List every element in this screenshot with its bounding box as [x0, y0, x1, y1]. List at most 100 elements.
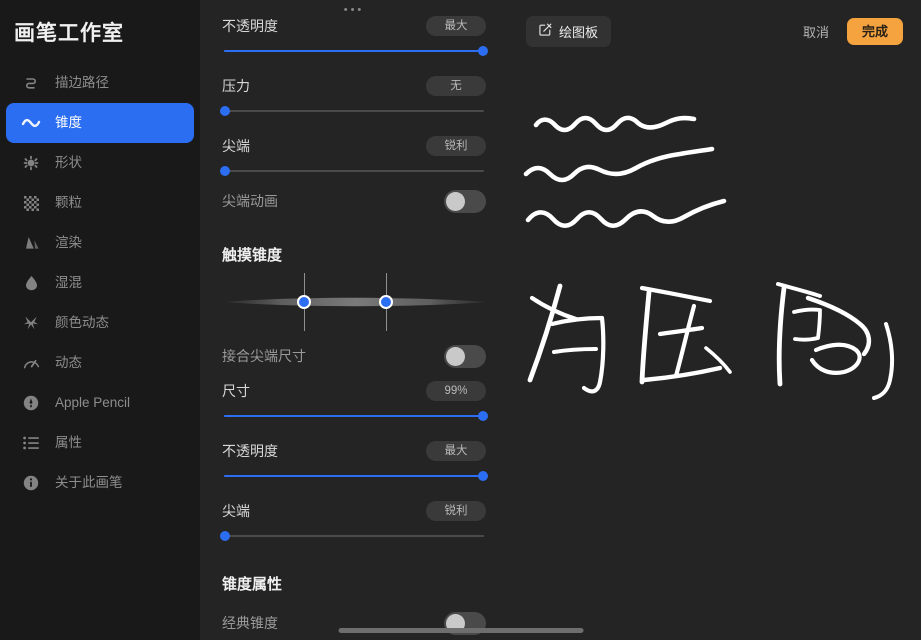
preview-panel: 绘图板 取消 完成	[508, 0, 921, 640]
sidebar: 画笔工作室 描边路径 锥度 形状 颗粒 渲染 湿混 颜色动态 动态 Apple …	[0, 0, 200, 640]
setting-label: 经典锥度	[222, 615, 278, 631]
setting-label: 尖端动画	[222, 193, 278, 209]
setting-label: 尖端	[222, 503, 250, 519]
taper-wave-icon	[20, 114, 42, 132]
preview-toolbar: 绘图板 取消 完成	[508, 0, 921, 62]
wet-mix-droplet-icon	[20, 274, 42, 292]
drawing-board-label: 绘图板	[559, 24, 599, 40]
slider-track	[224, 110, 484, 112]
slider-knob[interactable]	[219, 106, 230, 116]
brush-studio-window: 画笔工作室 描边路径 锥度 形状 颗粒 渲染 湿混 颜色动态 动态 Apple …	[0, 0, 921, 640]
setting-label: 不透明度	[222, 18, 278, 34]
sidebar-item-label: 锥度	[55, 115, 82, 131]
sidebar-nav: 描边路径 锥度 形状 颗粒 渲染 湿混 颜色动态 动态 Apple Pencil…	[0, 63, 200, 503]
sidebar-item-label: 渲染	[55, 235, 82, 251]
sidebar-item-label: 属性	[55, 435, 82, 451]
brush-preview-canvas[interactable]	[508, 62, 921, 640]
setting-tip-pencil: 尖端 锐利	[219, 132, 486, 180]
taper-shape-preview	[224, 295, 488, 309]
handwriting-strokes	[527, 282, 895, 400]
taper-right-knob[interactable]	[378, 295, 393, 309]
tip-pencil-slider[interactable]	[219, 162, 486, 180]
sidebar-item-label: 形状	[55, 155, 82, 171]
slider-knob[interactable]	[219, 531, 230, 541]
slider-knob[interactable]	[478, 471, 489, 481]
taper-properties-section-title: 锥度属性	[222, 576, 283, 593]
slider-knob[interactable]	[478, 46, 489, 56]
sidebar-item-label: 颜色动态	[55, 315, 109, 331]
setting-pressure: 压力 无	[219, 72, 486, 120]
toggle-thumb	[446, 191, 465, 211]
slider-track	[224, 535, 484, 537]
brush-strokes	[523, 115, 895, 400]
settings-panel: ••• 不透明度 最大 压力 无 尖端 锐利 尖端动画 触摸锥度 接合尖端尺寸 …	[200, 0, 508, 640]
dynamics-gauge-icon	[20, 354, 42, 372]
slider-knob[interactable]	[478, 411, 489, 421]
join-tip-size-toggle[interactable]	[444, 344, 486, 368]
setting-label: 压力	[222, 78, 250, 94]
done-button[interactable]: 完成	[846, 17, 903, 45]
taper-left-knob[interactable]	[296, 295, 311, 309]
sidebar-item-color-dynamics[interactable]: 颜色动态	[6, 303, 194, 343]
page-title: 画笔工作室	[14, 22, 124, 45]
touch-taper-section-title: 触摸锥度	[222, 247, 283, 264]
sidebar-item-label: Apple Pencil	[55, 395, 131, 411]
preview-actions: 取消 完成	[801, 17, 903, 45]
sidebar-item-wet-mix[interactable]: 湿混	[6, 263, 194, 303]
sidebar-item-label: 颗粒	[55, 195, 82, 211]
home-indicator	[338, 628, 583, 633]
setting-opacity-touch: 不透明度 最大	[222, 437, 489, 485]
edit-square-icon	[539, 23, 552, 39]
sidebar-item-label: 描边路径	[55, 75, 109, 91]
slider-knob[interactable]	[219, 166, 230, 176]
grain-icon	[20, 194, 42, 212]
sidebar-item-apple-pencil[interactable]: Apple Pencil	[6, 383, 194, 423]
apple-pencil-icon	[20, 394, 42, 412]
render-icon	[20, 234, 42, 252]
sidebar-item-taper[interactable]: 锥度	[6, 103, 194, 144]
sidebar-item-properties[interactable]: 属性	[6, 423, 194, 463]
brush-stroke-1	[533, 115, 697, 133]
drag-handle-dots[interactable]: •••	[200, 5, 508, 16]
brush-stroke-2	[523, 146, 715, 183]
sidebar-item-about-brush[interactable]: 关于此画笔	[6, 463, 194, 503]
info-icon	[20, 474, 42, 492]
cancel-button[interactable]: 取消	[801, 18, 831, 45]
sidebar-item-label: 关于此画笔	[55, 475, 123, 491]
color-dynamics-icon	[20, 314, 42, 332]
toggle-thumb	[446, 346, 465, 366]
drawing-board-button[interactable]: 绘图板	[526, 15, 612, 47]
setting-value-pill[interactable]: 锐利	[426, 501, 486, 521]
setting-classic-taper: 经典锥度	[222, 602, 486, 640]
setting-value-pill[interactable]: 最大	[426, 441, 486, 461]
opacity-touch-slider[interactable]	[222, 467, 489, 485]
setting-size-touch: 尺寸 99%	[222, 377, 489, 425]
sidebar-item-label: 湿混	[55, 275, 82, 291]
setting-value-pill[interactable]: 无	[426, 76, 486, 96]
tip-touch-slider[interactable]	[219, 527, 486, 545]
slider-fill	[224, 50, 486, 52]
brush-stroke-3	[525, 198, 727, 229]
sidebar-item-shape[interactable]: 形状	[6, 143, 194, 183]
stroke-path-icon	[20, 74, 42, 92]
setting-value-pill[interactable]: 锐利	[426, 136, 486, 156]
taper-curve-widget[interactable]	[222, 273, 488, 331]
setting-label: 尖端	[222, 138, 250, 154]
sidebar-item-dynamics[interactable]: 动态	[6, 343, 194, 383]
setting-value-pill[interactable]: 99%	[426, 381, 486, 401]
sidebar-item-render[interactable]: 渲染	[6, 223, 194, 263]
opacity-pencil-slider[interactable]	[222, 42, 489, 60]
pressure-slider[interactable]	[219, 102, 486, 120]
setting-tip-animation: 尖端动画	[222, 180, 486, 222]
slider-track	[224, 170, 484, 172]
setting-join-tip-size: 接合尖端尺寸	[222, 335, 486, 377]
sidebar-item-stroke-path[interactable]: 描边路径	[6, 63, 194, 103]
setting-value-pill[interactable]: 最大	[426, 16, 486, 36]
sidebar-item-grain[interactable]: 颗粒	[6, 183, 194, 223]
sidebar-item-label: 动态	[55, 355, 82, 371]
slider-fill	[224, 415, 486, 417]
setting-label: 接合尖端尺寸	[222, 348, 306, 364]
shape-icon	[20, 154, 42, 172]
tip-animation-toggle[interactable]	[444, 189, 486, 213]
size-touch-slider[interactable]	[222, 407, 489, 425]
